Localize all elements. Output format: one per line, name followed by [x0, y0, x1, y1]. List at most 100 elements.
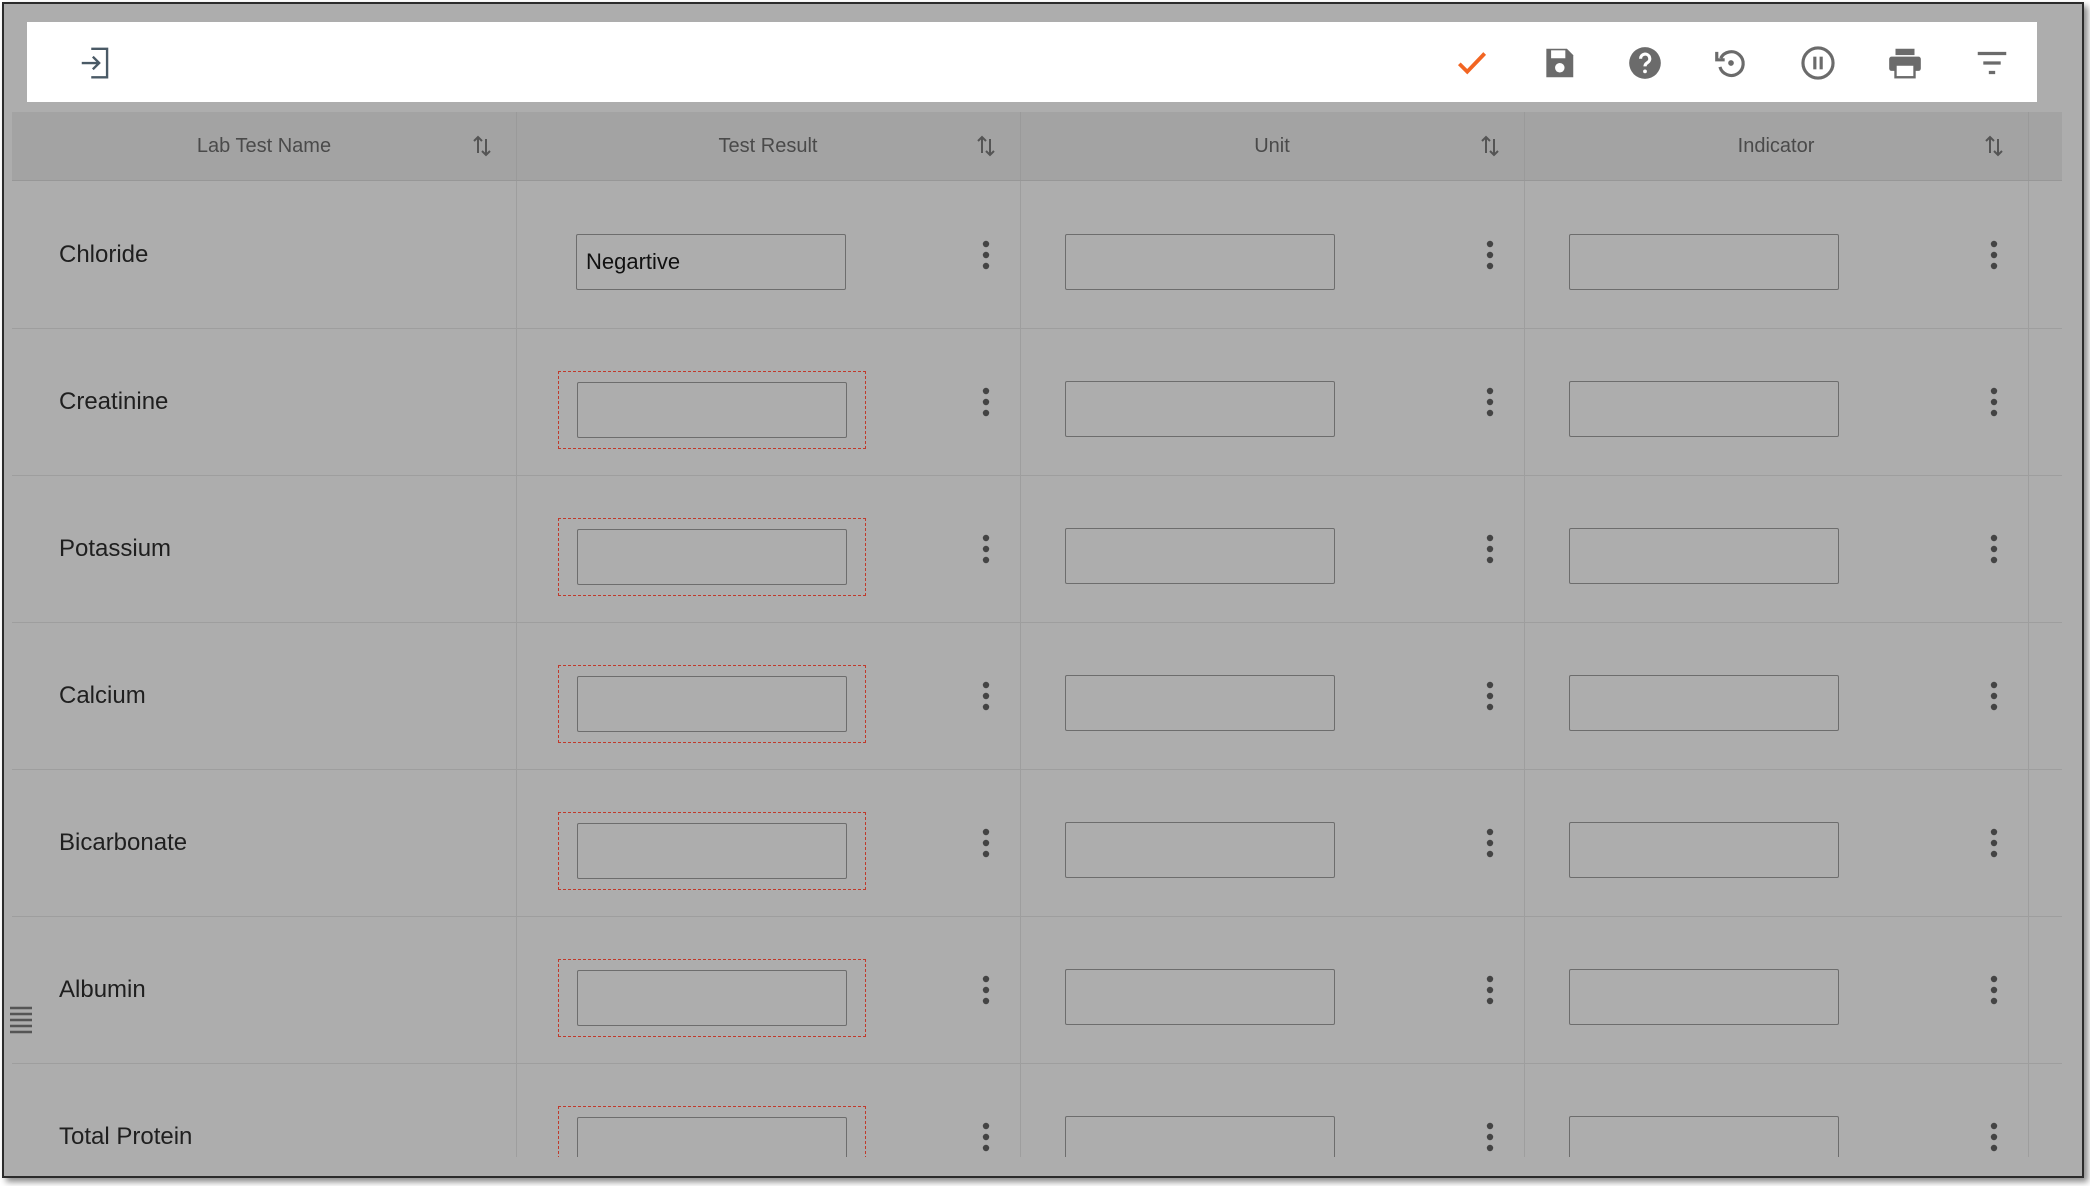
more-options-icon[interactable]: [980, 1121, 992, 1153]
print-icon[interactable]: [1886, 44, 1924, 82]
test-result-cell: [516, 328, 1021, 475]
lab-test-name-cell: Bicarbonate: [12, 769, 517, 916]
more-options-icon[interactable]: [1484, 239, 1496, 271]
unit-cell: [1020, 1063, 1525, 1157]
list-icon[interactable]: [8, 1004, 34, 1038]
more-options-icon[interactable]: [1988, 680, 2000, 712]
test-result-input[interactable]: [577, 970, 847, 1026]
unit-input[interactable]: [1065, 822, 1335, 878]
more-options-icon[interactable]: [980, 386, 992, 418]
more-options-icon[interactable]: [980, 974, 992, 1006]
test-result-wrapper: [558, 224, 864, 300]
save-icon[interactable]: [1540, 44, 1578, 82]
indicator-cell: [1524, 181, 2029, 328]
grid-header: Lab Test Name Test Result Unit Indicator: [12, 112, 2062, 181]
unit-input[interactable]: [1065, 675, 1335, 731]
test-result-input[interactable]: [577, 529, 847, 585]
unit-cell: [1020, 622, 1525, 769]
reset-icon[interactable]: [1712, 44, 1750, 82]
app-window: Lab Test Name Test Result Unit Indicator…: [2, 2, 2084, 1178]
lab-results-grid: Lab Test Name Test Result Unit Indicator…: [12, 112, 2062, 1157]
more-options-icon[interactable]: [1484, 827, 1496, 859]
indicator-cell: [1524, 475, 2029, 622]
sort-icon[interactable]: [974, 134, 998, 158]
test-result-cell: [516, 475, 1021, 622]
more-options-icon[interactable]: [980, 827, 992, 859]
sort-icon[interactable]: [470, 134, 494, 158]
test-result-input[interactable]: [577, 1117, 847, 1157]
unit-cell: [1020, 181, 1525, 328]
test-result-cell: [516, 1063, 1021, 1157]
sort-icon[interactable]: [1478, 134, 1502, 158]
lab-test-name: Potassium: [59, 535, 172, 562]
lab-test-name-cell: Chloride: [12, 181, 517, 328]
test-result-input[interactable]: [577, 676, 847, 732]
more-options-icon[interactable]: [1988, 239, 2000, 271]
help-icon[interactable]: [1626, 44, 1664, 82]
indicator-cell: [1524, 916, 2029, 1063]
test-result-input[interactable]: [576, 234, 846, 290]
unit-input[interactable]: [1065, 528, 1335, 584]
more-options-icon[interactable]: [1988, 533, 2000, 565]
unit-cell: [1020, 769, 1525, 916]
sign-in-icon[interactable]: [77, 44, 115, 82]
more-options-icon[interactable]: [1988, 974, 2000, 1006]
table-row: Chloride: [12, 181, 2062, 329]
more-options-icon[interactable]: [1988, 827, 2000, 859]
unit-input[interactable]: [1065, 381, 1335, 437]
test-result-cell: [516, 622, 1021, 769]
unit-input[interactable]: [1065, 234, 1335, 290]
more-options-icon[interactable]: [1484, 680, 1496, 712]
test-result-wrapper: [558, 959, 866, 1037]
indicator-input[interactable]: [1569, 1116, 1839, 1157]
more-options-icon[interactable]: [980, 533, 992, 565]
more-options-icon[interactable]: [1484, 1121, 1496, 1153]
indicator-cell: [1524, 769, 2029, 916]
more-options-icon[interactable]: [980, 239, 992, 271]
lab-test-name-cell: Calcium: [12, 622, 517, 769]
indicator-input[interactable]: [1569, 381, 1839, 437]
indicator-cell: [1524, 1063, 2029, 1157]
test-result-input[interactable]: [577, 823, 847, 879]
test-result-input[interactable]: [577, 382, 847, 438]
indicator-input[interactable]: [1569, 528, 1839, 584]
table-row: Albumin: [12, 916, 2062, 1064]
unit-cell: [1020, 328, 1525, 475]
indicator-input[interactable]: [1569, 822, 1839, 878]
filter-icon[interactable]: [1973, 44, 2011, 82]
indicator-input[interactable]: [1569, 675, 1839, 731]
lab-test-name: Albumin: [59, 976, 146, 1003]
unit-input[interactable]: [1065, 969, 1335, 1025]
test-result-cell: [516, 916, 1021, 1063]
indicator-cell: [1524, 622, 2029, 769]
table-row: Calcium: [12, 622, 2062, 770]
lab-test-name: Bicarbonate: [59, 829, 188, 856]
lab-test-name-cell: Potassium: [12, 475, 517, 622]
column-header-test-result[interactable]: Test Result: [516, 112, 1021, 180]
more-options-icon[interactable]: [1484, 974, 1496, 1006]
column-header-indicator[interactable]: Indicator: [1524, 112, 2029, 180]
more-options-icon[interactable]: [1484, 386, 1496, 418]
test-result-wrapper: [558, 1106, 866, 1157]
more-options-icon[interactable]: [1988, 386, 2000, 418]
pause-icon[interactable]: [1799, 44, 1837, 82]
indicator-input[interactable]: [1569, 969, 1839, 1025]
column-header-label: Test Result: [718, 134, 818, 157]
more-options-icon[interactable]: [980, 680, 992, 712]
column-header-label: Indicator: [1737, 134, 1815, 157]
toolbar: [27, 22, 2037, 102]
unit-input[interactable]: [1065, 1116, 1335, 1157]
column-header-lab-test-name[interactable]: Lab Test Name: [12, 112, 517, 180]
indicator-input[interactable]: [1569, 234, 1839, 290]
lab-test-name: Total Protein: [59, 1123, 193, 1150]
test-result-wrapper: [558, 371, 866, 449]
lab-test-name-cell: Creatinine: [12, 328, 517, 475]
more-options-icon[interactable]: [1988, 1121, 2000, 1153]
table-row: Bicarbonate: [12, 769, 2062, 917]
column-header-unit[interactable]: Unit: [1020, 112, 1525, 180]
check-icon[interactable]: [1453, 44, 1491, 82]
more-options-icon[interactable]: [1484, 533, 1496, 565]
sort-icon[interactable]: [1982, 134, 2006, 158]
column-header-label: Unit: [1254, 134, 1290, 157]
table-row: Potassium: [12, 475, 2062, 623]
